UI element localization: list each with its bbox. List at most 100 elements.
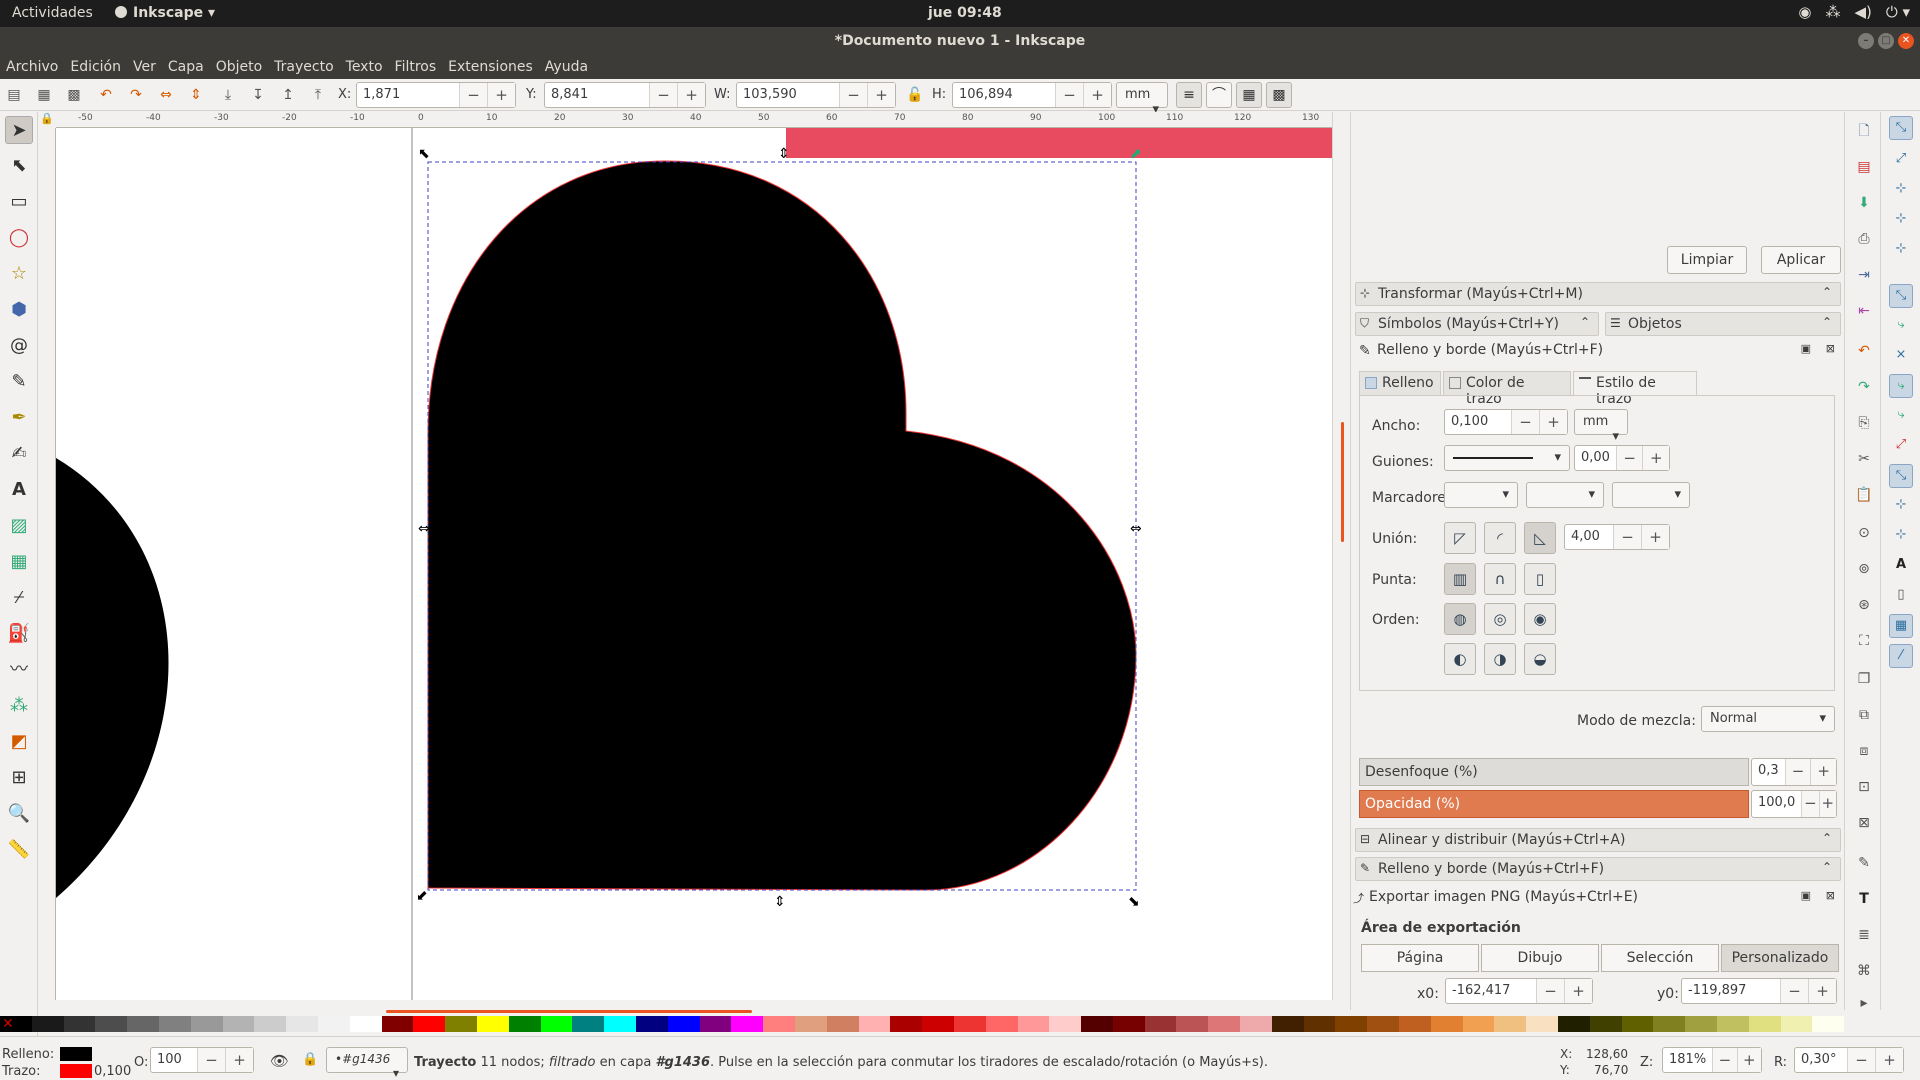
layer-lock-icon[interactable]: 🔒 [302, 1052, 318, 1067]
snap-bbox-corner-icon[interactable]: ⊹ [1889, 208, 1913, 232]
steam-icon[interactable]: ◉ [1798, 3, 1811, 21]
opacity-status-spinbox[interactable]: 100 − + [150, 1047, 254, 1073]
palette-swatch[interactable] [1685, 1016, 1718, 1032]
paint-bucket-tool-icon[interactable]: ⛽ [5, 620, 33, 648]
x-increment-button[interactable]: + [487, 83, 515, 107]
snap-paths-icon[interactable]: ⤷ [1889, 314, 1913, 338]
system-tray[interactable]: ◉ ⁂ ◀) ⏻ ▾ [1798, 3, 1910, 21]
export-drawing-button[interactable]: Dibujo [1481, 944, 1599, 972]
menu-archivo[interactable]: Archivo [6, 55, 64, 79]
palette-swatch[interactable] [635, 1016, 668, 1032]
palette-swatch[interactable] [31, 1016, 64, 1032]
opacity-decrement[interactable]: − [1801, 791, 1819, 817]
palette-swatch[interactable] [1717, 1016, 1749, 1032]
stroke-width-value[interactable]: 0,100 [1445, 410, 1511, 434]
scale-corners-toggle[interactable]: ⌒ [1206, 82, 1232, 108]
horizontal-scrollbar[interactable] [56, 1000, 1332, 1013]
cap-butt-icon[interactable]: ▥ [1444, 563, 1476, 595]
fill-stroke-icon[interactable]: ✎ [1853, 852, 1875, 874]
blur-spinbox[interactable]: 0,3 − + [1751, 758, 1837, 786]
palette-swatch[interactable] [1780, 1016, 1813, 1032]
menu-capa[interactable]: Capa [168, 55, 210, 79]
save-document-icon[interactable]: ⬇ [1853, 192, 1875, 214]
snap-smooth-nodes-icon[interactable]: ⤷ [1889, 404, 1913, 428]
palette-swatch[interactable] [1812, 1016, 1845, 1032]
palette-swatch[interactable] [1526, 1016, 1559, 1032]
snap-guides-icon[interactable]: ⁄ [1889, 644, 1913, 668]
miter-limit-increment[interactable]: + [1641, 525, 1669, 549]
app-menu-button[interactable]: Inkscape ▾ [115, 5, 215, 21]
zoom-decrement[interactable]: − [1712, 1048, 1737, 1072]
paste-icon[interactable]: 📋 [1853, 484, 1875, 506]
unit-select[interactable]: mm [1116, 82, 1168, 108]
w-increment-button[interactable]: + [867, 83, 895, 107]
fill-swatch[interactable] [60, 1047, 92, 1061]
join-miter-icon[interactable]: ◸ [1444, 522, 1476, 554]
h-value[interactable]: 106,894 [953, 83, 1055, 107]
canvas-drawing[interactable]: ⬉ ⇕ ⬈ ⇔ ⇔ ⬋ ⇕ ⬊ [56, 128, 1332, 1000]
dialog-iconify-icon[interactable]: ▣ [1801, 889, 1811, 902]
eraser-tool-icon[interactable]: ◩ [5, 728, 33, 756]
pen-tool-icon[interactable]: ✒ [5, 404, 33, 432]
tab-fill[interactable]: Relleno [1359, 371, 1441, 395]
x0-increment[interactable]: + [1564, 979, 1592, 1003]
group-icon[interactable]: ⊡ [1853, 776, 1875, 798]
export-custom-button[interactable]: Personalizado [1721, 944, 1839, 972]
blur-slider[interactable]: Desenfoque (%) [1359, 758, 1749, 786]
snap-bbox-edge-icon[interactable]: ⊹ [1889, 178, 1913, 202]
opacity-slider[interactable]: Opacidad (%) [1359, 790, 1749, 818]
opacity-increment[interactable]: + [1818, 791, 1836, 817]
order-markers-stroke-icon[interactable]: ◐ [1444, 643, 1476, 675]
no-paint-swatch[interactable]: ✕ [2, 1016, 14, 1032]
opacity-status-value[interactable]: 100 [151, 1048, 197, 1072]
cap-round-icon[interactable]: ∩ [1484, 563, 1516, 595]
clear-button[interactable]: Limpiar [1667, 246, 1747, 274]
zoom-spinbox[interactable]: 181% − + [1662, 1047, 1762, 1073]
tab-stroke-paint[interactable]: Color de trazo [1443, 371, 1571, 407]
palette-swatch[interactable] [317, 1016, 350, 1032]
blur-increment[interactable]: + [1810, 759, 1836, 785]
ellipse-tool-icon[interactable]: ◯ [5, 224, 33, 252]
zoom-drawing-icon[interactable]: ⊚ [1853, 558, 1875, 580]
pencil-tool-icon[interactable]: ✎ [5, 368, 33, 396]
maximize-button[interactable]: □ [1878, 33, 1894, 49]
menu-extensiones[interactable]: Extensiones [448, 55, 539, 79]
minimize-button[interactable]: – [1858, 33, 1874, 49]
palette-swatch[interactable] [1144, 1016, 1177, 1032]
palette-swatch[interactable] [1017, 1016, 1050, 1032]
move-gradients-toggle[interactable]: ▦ [1236, 82, 1262, 108]
copy-icon[interactable]: ⎘ [1853, 412, 1875, 434]
y0-increment[interactable]: + [1808, 979, 1836, 1003]
zoom-selection-icon[interactable]: ⊙ [1853, 522, 1875, 544]
palette-swatch[interactable] [985, 1016, 1018, 1032]
join-bevel-icon[interactable]: ◺ [1524, 522, 1556, 554]
fill-stroke-dialog-header-2[interactable]: ✎ Relleno y borde (Mayús+Ctrl+F) ⌃ [1355, 857, 1841, 881]
palette-swatch[interactable] [445, 1016, 477, 1032]
dash-offset-decrement[interactable]: − [1615, 446, 1643, 470]
x-spinbox[interactable]: 1,871 − + [356, 82, 516, 108]
palette-swatch[interactable] [731, 1016, 764, 1032]
layers-icon[interactable]: ≣ [1853, 924, 1875, 946]
export-png-icon[interactable]: ⇤ [1853, 300, 1875, 322]
flip-horizontal-icon[interactable]: ⇔ [158, 87, 174, 103]
y-spinbox[interactable]: 8,841 − + [544, 82, 706, 108]
tweak-tool-icon[interactable]: 〰 [5, 656, 33, 684]
y0-decrement[interactable]: − [1780, 979, 1808, 1003]
y0-spinbox[interactable]: -119,897 − + [1681, 978, 1837, 1004]
cap-square-icon[interactable]: ▯ [1524, 563, 1556, 595]
transform-dialog-header[interactable]: ⊹ Transformar (Mayús+Ctrl+M) ⌃ [1355, 282, 1841, 306]
palette-swatch[interactable] [254, 1016, 287, 1032]
export-selection-button[interactable]: Selección [1601, 944, 1719, 972]
dropper-tool-icon[interactable]: ⌿ [5, 584, 33, 612]
x0-spinbox[interactable]: -162,417 − + [1445, 978, 1593, 1004]
snap-intersections-icon[interactable]: ⨯ [1889, 344, 1913, 368]
measure-tool-icon[interactable]: 📏 [5, 836, 33, 864]
menu-filtros[interactable]: Filtros [395, 55, 443, 79]
unlink-clone-icon[interactable]: ⧈ [1853, 740, 1875, 762]
clock[interactable]: jue 09:48 [928, 5, 1002, 21]
palette-swatch[interactable] [890, 1016, 923, 1032]
dialog-iconify-icon[interactable]: ▣ [1801, 342, 1811, 355]
x-value[interactable]: 1,871 [357, 83, 459, 107]
export-page-button[interactable]: Página [1361, 944, 1479, 972]
open-document-icon[interactable]: ▤ [1853, 156, 1875, 178]
